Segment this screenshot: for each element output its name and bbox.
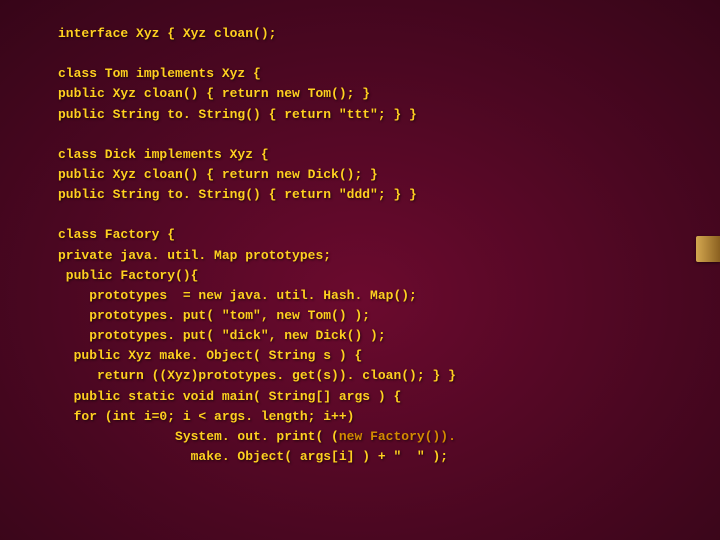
code-line: prototypes. put( "dick", new Dick() ); [58, 328, 386, 343]
code-line: public Xyz cloan() { return new Dick(); … [58, 167, 378, 182]
code-line: class Tom implements Xyz { [58, 66, 261, 81]
code-line-20: System. out. print( (new Factory()). [58, 429, 456, 444]
code-line: prototypes = new java. util. Hash. Map()… [58, 288, 417, 303]
code-line: make. Object( args[i] ) + " " ); [58, 449, 448, 464]
code-line: private java. util. Map prototypes; [58, 248, 331, 263]
highlight-new-factory: new Factory()). [339, 429, 456, 444]
code-block: interface Xyz { Xyz cloan(); class Tom i… [58, 24, 720, 467]
code-line: interface Xyz { Xyz cloan(); [58, 26, 276, 41]
code-line: return ((Xyz)prototypes. get(s)). cloan(… [58, 368, 456, 383]
code-line: public Xyz cloan() { return new Tom(); } [58, 86, 370, 101]
code-line: class Dick implements Xyz { [58, 147, 269, 162]
code-slide: interface Xyz { Xyz cloan(); class Tom i… [0, 0, 720, 467]
code-line: public String to. String() { return "ddd… [58, 187, 417, 202]
code-line: public static void main( String[] args )… [58, 389, 401, 404]
code-line: for (int i=0; i < args. length; i++) [58, 409, 354, 424]
code-line: prototypes. put( "tom", new Tom() ); [58, 308, 370, 323]
bookmark-icon [696, 236, 720, 262]
code-line: public Xyz make. Object( String s ) { [58, 348, 362, 363]
code-line: public Factory(){ [58, 268, 198, 283]
code-line: class Factory { [58, 227, 175, 242]
code-line: public String to. String() { return "ttt… [58, 107, 417, 122]
